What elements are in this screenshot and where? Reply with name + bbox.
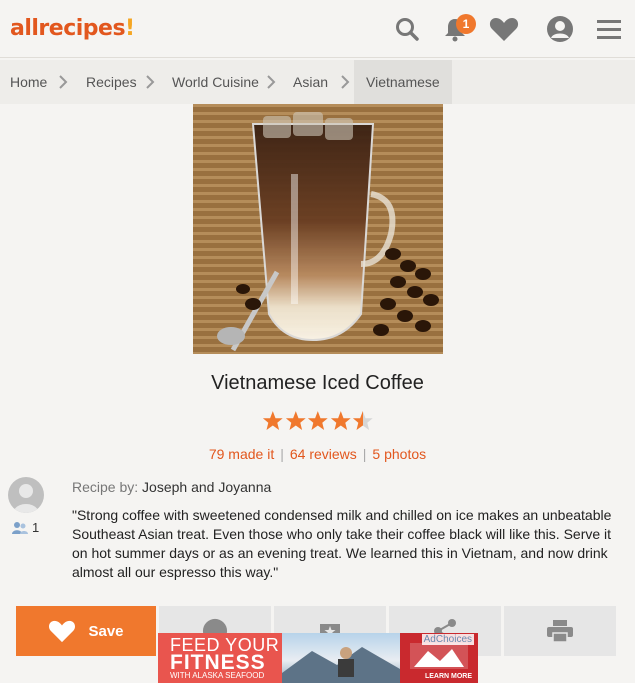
recipe-description: "Strong coffee with sweetened condensed …: [72, 507, 612, 580]
star-rating[interactable]: [262, 410, 374, 432]
ad-banner[interactable]: FEED YOUR FITNESS WITH ALASKA SEAFOOD Ad…: [158, 633, 478, 683]
breadcrumb-asian[interactable]: Asian: [293, 60, 328, 104]
breadcrumb-recipes[interactable]: Recipes: [86, 60, 137, 104]
breadcrumb-home[interactable]: Home: [10, 60, 47, 104]
top-header: allrecipes! 1: [0, 0, 635, 58]
heart-icon[interactable]: [489, 14, 519, 44]
recipe-by-label: Recipe by:: [72, 479, 139, 495]
save-label: Save: [88, 622, 124, 640]
print-button[interactable]: [504, 606, 616, 656]
recipe-photo[interactable]: [193, 104, 443, 354]
logo-mark: !: [125, 16, 135, 41]
reviews-link[interactable]: 64 reviews: [290, 446, 357, 462]
photos-link[interactable]: 5 photos: [372, 446, 426, 462]
star-icon: [262, 411, 283, 430]
breadcrumb-vietnamese[interactable]: Vietnamese: [354, 60, 452, 104]
half-star-icon: [353, 411, 374, 430]
author-name[interactable]: Joseph and Joyanna: [142, 479, 271, 495]
ad-tagline: WITH ALASKA SEAFOOD: [170, 671, 265, 680]
recipe-byline: Recipe by: Joseph and Joyanna: [72, 479, 271, 495]
chevron-right-icon: [267, 75, 276, 89]
user-icon[interactable]: [545, 14, 575, 44]
chevron-right-icon: [59, 75, 68, 89]
adchoices-label[interactable]: AdChoices: [421, 634, 474, 645]
star-icon: [330, 411, 351, 430]
ad-learn-more[interactable]: LEARN MORE: [425, 673, 472, 680]
made-it-link[interactable]: 79 made it: [209, 446, 274, 462]
author-avatar[interactable]: [8, 477, 44, 513]
save-button[interactable]: Save: [16, 606, 156, 656]
menu-icon[interactable]: [594, 14, 624, 44]
allrecipes-logo[interactable]: allrecipes!: [10, 16, 135, 41]
heart-icon: [49, 620, 76, 643]
breadcrumb: Home Recipes World Cuisine Asian Vietnam…: [0, 60, 635, 104]
people-icon: [12, 521, 28, 534]
followers-count[interactable]: 1: [12, 520, 39, 535]
star-icon: [308, 411, 328, 430]
search-icon[interactable]: [392, 14, 422, 44]
star-icon: [285, 411, 306, 430]
ad-photo: [282, 633, 400, 683]
notification-badge[interactable]: 1: [456, 14, 476, 34]
chevron-right-icon: [341, 75, 350, 89]
recipe-title: Vietnamese Iced Coffee: [211, 372, 424, 394]
followers-number: 1: [32, 520, 40, 535]
logo-text: allrecipes: [10, 16, 126, 41]
chevron-right-icon: [146, 75, 155, 89]
divider: |: [362, 446, 367, 462]
breadcrumb-world-cuisine[interactable]: World Cuisine: [172, 60, 259, 104]
divider: |: [280, 446, 284, 462]
recipe-stats: 79 made it | 64 reviews | 5 photos: [0, 446, 635, 462]
print-icon: [547, 620, 573, 643]
